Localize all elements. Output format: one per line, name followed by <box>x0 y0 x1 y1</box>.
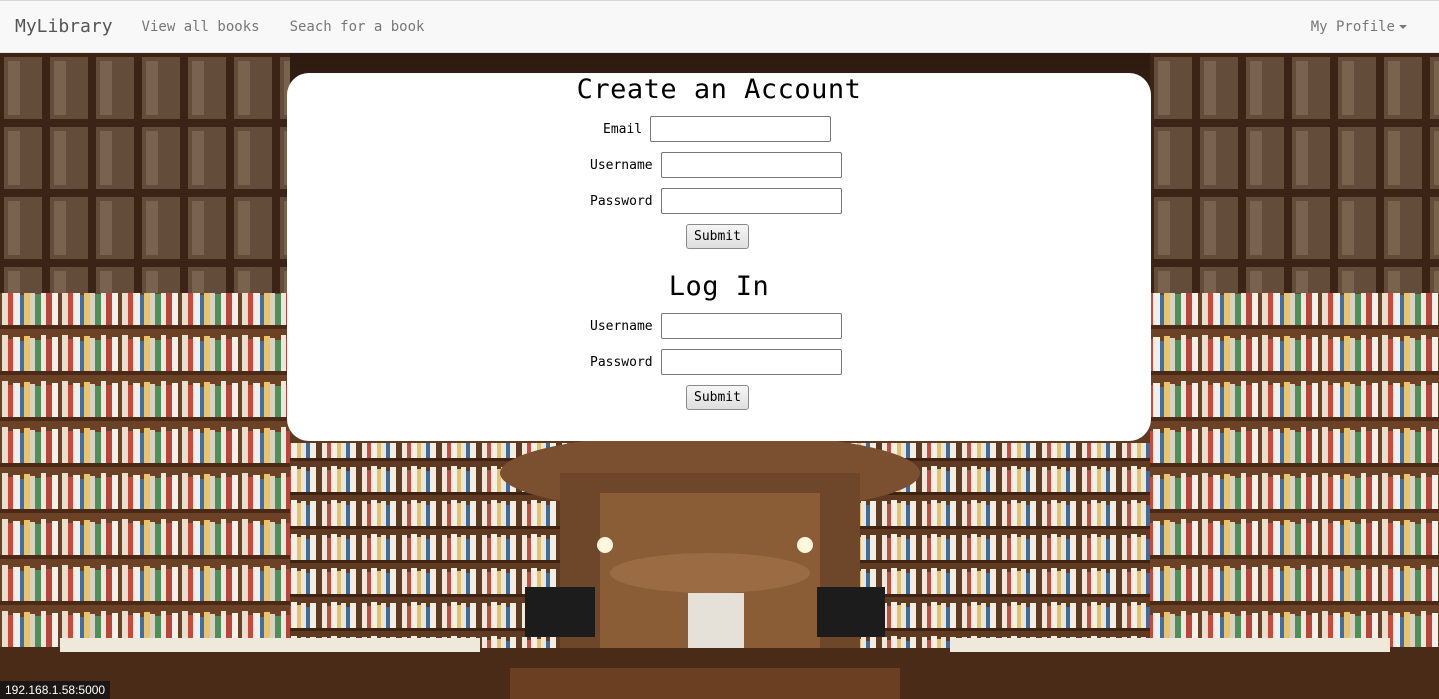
login-password-row: Password <box>590 349 842 375</box>
login-password-field[interactable] <box>660 349 842 375</box>
nav-view-all-books[interactable]: View all books <box>142 19 260 35</box>
create-account-title: Create an Account <box>576 74 862 105</box>
login-password-label: Password <box>590 354 653 370</box>
email-row: Email <box>603 116 832 142</box>
email-label: Email <box>603 121 643 137</box>
signup-username-label: Username <box>590 157 653 173</box>
top-navbar: MyLibrary View all books Seach for a boo… <box>0 0 1439 53</box>
auth-card: Create an Account Email Username Passwor… <box>287 73 1151 441</box>
caret-down-icon <box>1399 24 1407 29</box>
create-account-submit-button[interactable]: Submit <box>686 224 749 249</box>
signup-username-field[interactable] <box>660 152 842 178</box>
nav-search-book[interactable]: Seach for a book <box>290 19 425 35</box>
brand-link[interactable]: MyLibrary <box>0 16 128 37</box>
signup-username-row: Username <box>590 152 842 178</box>
profile-dropdown[interactable]: My Profile <box>1311 19 1407 35</box>
signup-password-field[interactable] <box>660 188 842 214</box>
login-username-row: Username <box>590 313 842 339</box>
login-username-field[interactable] <box>660 313 842 339</box>
login-title: Log In <box>668 271 770 302</box>
signup-password-label: Password <box>590 193 653 209</box>
signup-password-row: Password <box>590 188 842 214</box>
email-field[interactable] <box>650 116 832 142</box>
status-bar-url: 192.168.1.58:5000 <box>0 681 111 699</box>
login-submit-button[interactable]: Submit <box>686 385 749 410</box>
profile-label: My Profile <box>1310 18 1395 35</box>
login-username-label: Username <box>590 318 653 334</box>
